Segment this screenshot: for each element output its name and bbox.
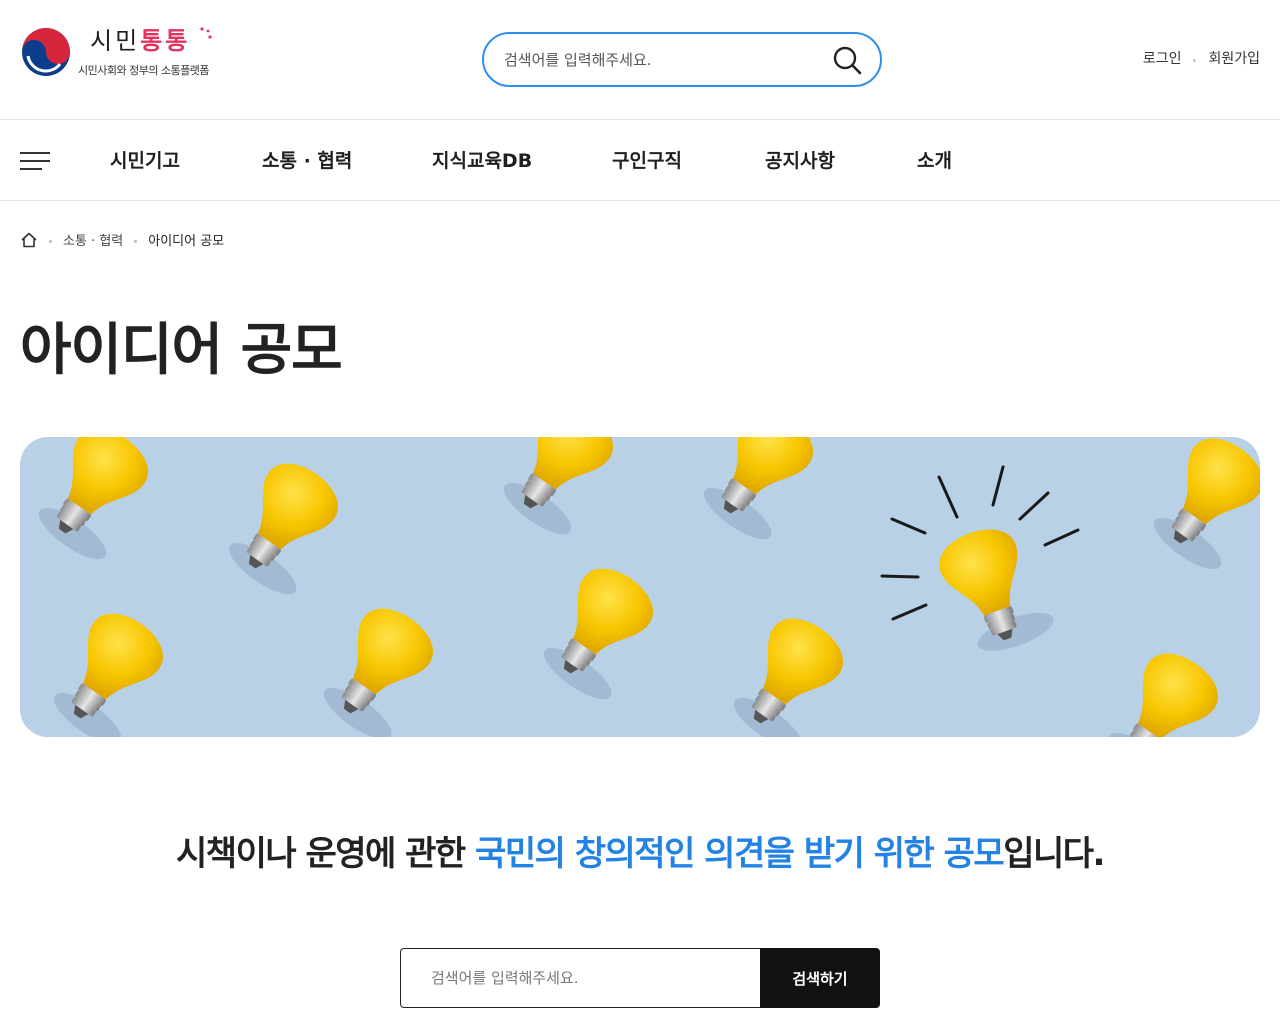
board-search: 검색하기	[400, 948, 880, 1008]
nav-item-knowledge-db[interactable]: 지식교육DB	[432, 146, 532, 173]
board-search-button[interactable]: 검색하기	[760, 948, 880, 1008]
banner-image	[20, 437, 1260, 737]
light-bulbs-illustration	[20, 437, 1260, 737]
signup-link[interactable]: 회원가입	[1208, 48, 1260, 68]
main-navigation: 시민기고 소통 · 협력 지식교육DB 구인구직 공지사항 소개	[0, 120, 1280, 201]
logo-title: 시민통통	[78, 26, 212, 60]
site-logo[interactable]: 시민통통 시민사회와 정부의 소통플랫폼	[20, 26, 212, 78]
intro-text-part1: 시책이나 운영에 관한	[176, 834, 476, 874]
nav-item-about[interactable]: 소개	[917, 146, 952, 173]
board-search-input[interactable]	[400, 948, 761, 1008]
breadcrumb: 소통 · 협력 아이디어 공모	[20, 230, 224, 249]
header-search-box	[482, 32, 882, 87]
nav-item-contribution[interactable]: 시민기고	[110, 146, 180, 173]
logo-sparkle-icon	[200, 27, 212, 39]
search-icon[interactable]	[832, 45, 862, 75]
nav-item-communication[interactable]: 소통 · 협력	[262, 146, 352, 173]
logo-subtitle: 시민사회와 정부의 소통플랫폼	[78, 64, 210, 77]
hamburger-menu-icon[interactable]	[20, 150, 50, 172]
intro-text: 시책이나 운영에 관한 국민의 창의적인 의견을 받기 위한 공모입니다.	[0, 826, 1280, 875]
breadcrumb-item-current: 아이디어 공모	[148, 234, 225, 249]
intro-text-highlight: 국민의 창의적인 의견을 받기 위한 공모	[475, 834, 1005, 874]
site-header: 시민통통 시민사회와 정부의 소통플랫폼 로그인 회원가입	[0, 0, 1280, 120]
breadcrumb-separator	[134, 240, 138, 243]
taegeuk-logo-icon	[22, 28, 70, 76]
logo-title-part2: 통통	[140, 27, 191, 55]
login-link[interactable]: 로그인	[1143, 48, 1182, 68]
utility-links: 로그인 회원가입	[1143, 48, 1260, 68]
nav-item-notice[interactable]: 공지사항	[765, 146, 835, 173]
breadcrumb-item-communication[interactable]: 소통 · 협력	[63, 230, 123, 249]
nav-item-jobs[interactable]: 구인구직	[612, 146, 682, 173]
intro-text-part3: 입니다.	[1003, 834, 1105, 874]
logo-title-part1: 시민	[90, 27, 141, 55]
divider-dot	[1193, 58, 1197, 62]
breadcrumb-separator	[49, 240, 52, 243]
header-search-input[interactable]	[504, 47, 814, 73]
page-title: 아이디어 공모	[20, 318, 343, 383]
home-icon[interactable]	[20, 231, 38, 249]
